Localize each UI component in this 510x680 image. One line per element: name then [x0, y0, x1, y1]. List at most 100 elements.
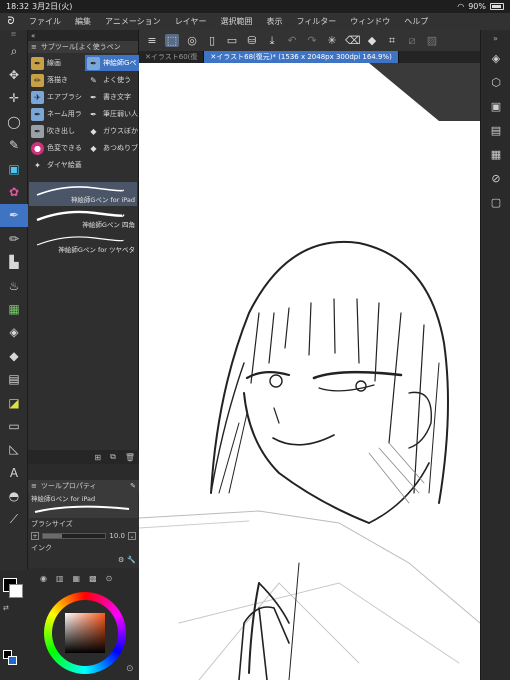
brush-preset[interactable]: 神絵師Gペン 四角	[29, 207, 137, 231]
balloon-icon[interactable]: ◓	[0, 484, 28, 507]
snap-icon[interactable]: ▨	[425, 34, 439, 47]
layer-stack-icon[interactable]: ◈	[481, 46, 510, 70]
gradient-icon[interactable]: ▤	[0, 367, 28, 390]
ruler-icon[interactable]: ◺	[0, 438, 28, 461]
quick-access-icon[interactable]: ⬚	[165, 34, 179, 47]
saturation-value-square[interactable]	[65, 613, 105, 653]
brush-icon[interactable]: ▙	[0, 251, 28, 274]
pen-icon[interactable]: ✒	[0, 203, 28, 228]
menu-filter[interactable]: フィルター	[289, 16, 343, 27]
undo-icon[interactable]: ↶	[285, 34, 299, 47]
swap-icon[interactable]: ⇄	[3, 604, 9, 612]
canvas[interactable]	[139, 63, 480, 680]
subtool-item[interactable]: ● 色変できる	[29, 140, 84, 156]
wrench-icon[interactable]: 🔧	[127, 556, 136, 564]
menu-layer[interactable]: レイヤー	[168, 16, 214, 27]
history-tab-icon[interactable]: ⊙	[106, 574, 113, 583]
color-slider-tab-icon[interactable]: ▥	[56, 574, 64, 583]
fill-bucket-icon[interactable]: ◪	[0, 391, 28, 414]
open-file-icon[interactable]: ▭	[225, 34, 239, 47]
brush-preset[interactable]: 神絵師Gペン for iPad	[29, 182, 137, 206]
operation-icon[interactable]: ▣	[0, 157, 28, 180]
eyedropper-icon[interactable]: ✎	[0, 134, 28, 157]
chevron-down-icon[interactable]: ⌄	[128, 532, 136, 540]
blend-icon[interactable]: ▦	[0, 297, 28, 320]
menu-help[interactable]: ヘルプ	[397, 16, 435, 27]
subtool-item[interactable]: ◆ ガウスぼか	[85, 123, 140, 139]
material-icon[interactable]: ▦	[481, 142, 510, 166]
app-logo-icon[interactable]: ᘐ	[0, 16, 22, 27]
canvas-tab[interactable]: ✕ イラスト60(復	[139, 51, 205, 63]
color-panel-menu-icon[interactable]: ⊙	[126, 664, 134, 674]
background-color[interactable]	[9, 584, 23, 598]
subtool-item[interactable]: ◆ あつぬりブ	[85, 140, 140, 156]
fill-icon[interactable]: ◈	[0, 321, 28, 344]
text-icon[interactable]: A	[0, 461, 28, 484]
navigator-icon[interactable]: ▣	[481, 94, 510, 118]
airbrush-icon[interactable]: ♨	[0, 274, 28, 297]
brush-size-value[interactable]: 10.0	[109, 532, 125, 540]
lasso-icon[interactable]: ◯	[0, 110, 28, 133]
duplicate-icon[interactable]: ⧉	[110, 452, 116, 462]
subtool-item[interactable]: ✈ エアブラシ	[29, 89, 84, 105]
subtool-item[interactable]: ✒ ネーム用ラ	[29, 106, 84, 122]
line-correction-icon[interactable]: ⟋	[0, 508, 28, 531]
new-file-icon[interactable]: ▯	[205, 34, 219, 47]
export-icon[interactable]: ⤓	[265, 34, 279, 48]
pen-icon: ✒	[31, 56, 44, 70]
search-layer-icon[interactable]: ⊘	[481, 166, 510, 190]
toolbar-grip[interactable]: ≡	[0, 30, 27, 40]
panel-grip-icon[interactable]: ≡	[31, 482, 37, 490]
brush-preset[interactable]: 神絵師Gペン for ツヤベタ	[29, 232, 137, 256]
panel-grip-icon[interactable]: ≡	[31, 43, 37, 51]
menu-view[interactable]: 表示	[259, 16, 289, 27]
subtool-item[interactable]: ✒ 線画	[29, 55, 84, 71]
subtool-item[interactable]: ✦ ダイヤ絵蓋	[29, 157, 84, 173]
animation-icon[interactable]: ▤	[481, 118, 510, 142]
transform-selection-icon[interactable]: ⌗	[385, 34, 399, 48]
layer-property-icon[interactable]: ⬡	[481, 70, 510, 94]
clear-icon[interactable]: ⌫	[345, 34, 361, 47]
brush-size-slider[interactable]	[42, 533, 107, 539]
menu-edit[interactable]: 編集	[68, 16, 98, 27]
deselect-icon[interactable]: ⧄	[405, 34, 419, 48]
menu-selection[interactable]: 選択範囲	[213, 16, 259, 27]
battery-percent: 90%	[468, 2, 486, 11]
add-icon[interactable]: ⊞	[94, 453, 101, 462]
fill-layer-icon[interactable]: ◆	[365, 34, 379, 47]
subtool-item[interactable]: ✒ 神絵師Gペ	[85, 55, 140, 71]
subtool-item[interactable]: ✒ 吹き出し	[29, 123, 84, 139]
color-wheel[interactable]	[44, 592, 126, 674]
settings-icon[interactable]: ⚙	[118, 556, 124, 564]
subtool-item[interactable]: ✏ 落描き	[29, 72, 84, 88]
redo-icon[interactable]: ↷	[305, 34, 319, 47]
subtool-item[interactable]: ✒ 書き文字	[85, 89, 140, 105]
collapse-icon[interactable]: «	[31, 32, 35, 40]
save-icon[interactable]: ⛁	[245, 34, 259, 47]
approx-color-tab-icon[interactable]: ▩	[89, 574, 97, 583]
menu-animation[interactable]: アニメーション	[98, 16, 168, 27]
canvas-tab-active[interactable]: ✕ イラスト68(復元)* (1536 x 2048px 300dpi 164.…	[204, 51, 399, 63]
plus-icon[interactable]: +	[31, 532, 39, 540]
color-wheel-tab-icon[interactable]: ◉	[40, 574, 47, 583]
subtool-item[interactable]: ✎ よく使う	[85, 72, 140, 88]
decoration-icon[interactable]: ✿	[0, 180, 28, 203]
trash-icon[interactable]: 🗑	[125, 453, 135, 462]
color-set-tab-icon[interactable]: ▦	[73, 574, 81, 583]
subtool-item[interactable]: ✒ 筆圧弱い人	[85, 106, 140, 122]
frame-icon[interactable]: ▭	[0, 414, 28, 437]
eraser-icon[interactable]: ◆	[0, 344, 28, 367]
background-color-small[interactable]	[8, 656, 17, 665]
menu-icon[interactable]: ≡	[145, 34, 159, 47]
move-icon[interactable]: ✥	[0, 63, 28, 86]
gallery-icon[interactable]: ▢	[481, 190, 510, 214]
zoom-icon[interactable]: ⌕	[0, 40, 28, 63]
menu-file[interactable]: ファイル	[22, 16, 68, 27]
wrench-icon[interactable]: ✎	[130, 482, 136, 490]
loading-icon[interactable]: ✳	[325, 34, 339, 47]
pencil-icon[interactable]: ✏	[0, 227, 28, 250]
transform-icon[interactable]: ✛	[0, 87, 28, 110]
chevron-right-icon[interactable]: »	[481, 30, 510, 46]
view-icon[interactable]: ◎	[185, 34, 199, 47]
menu-window[interactable]: ウィンドウ	[343, 16, 397, 27]
